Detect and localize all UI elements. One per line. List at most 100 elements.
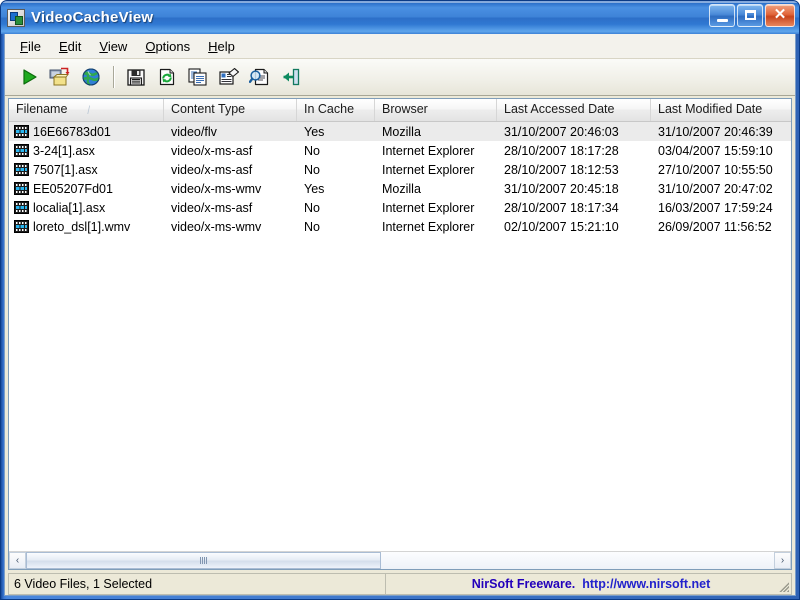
properties-button[interactable] xyxy=(215,63,243,91)
cell-filename: 7507[1].asx xyxy=(9,163,164,177)
cell-content-type: video/x-ms-asf xyxy=(171,162,253,177)
cell-in-cache: No xyxy=(304,200,320,215)
nirsoft-brand-text: NirSoft Freeware. http://www.nirsoft.net xyxy=(472,577,710,591)
cell-filename: loreto_dsl[1].wmv xyxy=(9,220,164,234)
cell-last-modified: 27/10/2007 10:55:50 xyxy=(658,162,773,177)
menu-bar: File Edit View Options Help xyxy=(5,34,795,59)
cell-in-cache: No xyxy=(304,162,320,177)
column-in-cache-label: In Cache xyxy=(304,102,355,116)
exit-button[interactable] xyxy=(277,63,305,91)
cell-filename: localia[1].asx xyxy=(9,201,164,215)
cell-in-cache: No xyxy=(304,143,320,158)
sort-ascending-icon: / xyxy=(87,103,91,117)
column-in-cache[interactable]: In Cache xyxy=(297,99,375,121)
refresh-button[interactable] xyxy=(153,63,181,91)
cell-browser: Internet Explorer xyxy=(382,162,475,177)
cell-last-modified: 03/04/2007 15:59:10 xyxy=(658,143,773,158)
close-button[interactable]: ✕ xyxy=(765,4,795,27)
cell-in-cache: Yes xyxy=(304,181,325,196)
globe-icon xyxy=(82,68,100,86)
html-report-icon xyxy=(249,68,269,86)
scroll-track[interactable] xyxy=(26,552,774,569)
properties-icon xyxy=(219,67,240,85)
list-body[interactable]: 16E66783d01 video/flv Yes Mozilla 31/10/… xyxy=(9,122,791,551)
status-branding: NirSoft Freeware. http://www.nirsoft.net xyxy=(386,573,792,595)
copy-icon xyxy=(188,68,207,86)
menu-view-label: iew xyxy=(107,38,128,54)
nirsoft-url-link[interactable]: http://www.nirsoft.net xyxy=(582,577,710,591)
cell-browser: Internet Explorer xyxy=(382,200,475,215)
app-icon[interactable] xyxy=(7,8,25,27)
menu-file-label: ile xyxy=(27,38,41,54)
table-row[interactable]: localia[1].asx video/x-ms-asf No Interne… xyxy=(9,198,791,217)
video-file-icon xyxy=(14,220,29,233)
menu-options[interactable]: Options xyxy=(136,36,199,57)
toolbar xyxy=(5,59,795,96)
column-browser[interactable]: Browser xyxy=(375,99,497,121)
maximize-icon xyxy=(745,10,756,20)
cell-last-accessed: 28/10/2007 18:12:53 xyxy=(504,162,619,177)
copy-button[interactable] xyxy=(184,63,212,91)
maximize-button[interactable] xyxy=(737,4,763,27)
menu-options-label: ptions xyxy=(155,38,191,54)
cell-browser: Internet Explorer xyxy=(382,143,475,158)
title-bar[interactable]: VideoCacheView ✕ xyxy=(1,1,799,34)
html-report-button[interactable] xyxy=(246,63,274,91)
video-file-icon xyxy=(14,125,29,138)
cell-last-modified: 31/10/2007 20:47:02 xyxy=(658,181,773,196)
horizontal-scroll-thumb[interactable] xyxy=(26,552,382,569)
minimize-icon xyxy=(717,19,728,22)
open-in-browser-button[interactable] xyxy=(77,63,105,91)
cell-last-modified: 16/03/2007 17:59:24 xyxy=(658,200,773,215)
save-button[interactable] xyxy=(122,63,150,91)
save-icon xyxy=(127,69,145,86)
scroll-right-button[interactable]: › xyxy=(774,552,791,569)
menu-edit[interactable]: Edit xyxy=(50,36,90,57)
menu-edit-accel: E xyxy=(58,38,68,54)
filename-text: 16E66783d01 xyxy=(33,124,111,139)
exit-icon xyxy=(283,68,300,86)
table-row[interactable]: loreto_dsl[1].wmv video/x-ms-wmv No Inte… xyxy=(9,217,791,236)
horizontal-scrollbar[interactable]: ‹ › xyxy=(9,551,791,569)
table-row[interactable]: 3-24[1].asx video/x-ms-asf No Internet E… xyxy=(9,141,791,160)
column-last-accessed-date[interactable]: Last Accessed Date xyxy=(497,99,651,121)
cell-last-accessed: 28/10/2007 18:17:34 xyxy=(504,200,619,215)
cell-in-cache: No xyxy=(304,219,320,234)
scroll-thumb-grip-icon xyxy=(200,557,208,564)
video-file-icon xyxy=(14,144,29,157)
menu-view[interactable]: View xyxy=(90,36,136,57)
column-content-type[interactable]: Content Type xyxy=(164,99,297,121)
cell-last-accessed: 02/10/2007 15:21:10 xyxy=(504,219,619,234)
copy-to-folder-button[interactable] xyxy=(46,63,74,91)
cell-content-type: video/x-ms-wmv xyxy=(171,181,262,196)
brand-label: NirSoft Freeware. xyxy=(471,577,576,591)
table-row[interactable]: EE05207Fd01 video/x-ms-wmv Yes Mozilla 3… xyxy=(9,179,791,198)
status-bar: 6 Video Files, 1 Selected NirSoft Freewa… xyxy=(8,573,792,595)
toolbar-separator-1 xyxy=(113,66,114,88)
menu-file[interactable]: File xyxy=(11,36,50,57)
filename-text: 7507[1].asx xyxy=(33,162,98,177)
column-last-modified-date-label: Last Modified Date xyxy=(658,102,763,116)
window-title: VideoCacheView xyxy=(31,9,154,26)
refresh-icon xyxy=(159,68,175,86)
play-button[interactable] xyxy=(15,63,43,91)
status-file-count: 6 Video Files, 1 Selected xyxy=(8,573,386,595)
menu-help-label: elp xyxy=(217,38,235,54)
filename-text: localia[1].asx xyxy=(33,200,106,215)
column-last-modified-date[interactable]: Last Modified Date xyxy=(651,99,791,121)
resize-grip-icon[interactable] xyxy=(778,581,789,592)
scroll-left-button[interactable]: ‹ xyxy=(9,552,26,569)
window-controls: ✕ xyxy=(709,4,795,27)
minimize-button[interactable] xyxy=(709,4,735,27)
cell-browser: Internet Explorer xyxy=(382,219,475,234)
cell-last-accessed: 28/10/2007 18:17:28 xyxy=(504,143,619,158)
menu-help[interactable]: Help xyxy=(199,36,244,57)
cell-content-type: video/flv xyxy=(171,124,217,139)
menu-help-accel: H xyxy=(208,38,218,54)
filename-text: 3-24[1].asx xyxy=(33,143,95,158)
video-files-list[interactable]: Filename / Content Type In Cache Browser… xyxy=(8,98,792,570)
column-last-accessed-date-label: Last Accessed Date xyxy=(504,102,615,116)
table-row[interactable]: 16E66783d01 video/flv Yes Mozilla 31/10/… xyxy=(9,122,791,141)
column-filename[interactable]: Filename / xyxy=(9,99,164,121)
table-row[interactable]: 7507[1].asx video/x-ms-asf No Internet E… xyxy=(9,160,791,179)
